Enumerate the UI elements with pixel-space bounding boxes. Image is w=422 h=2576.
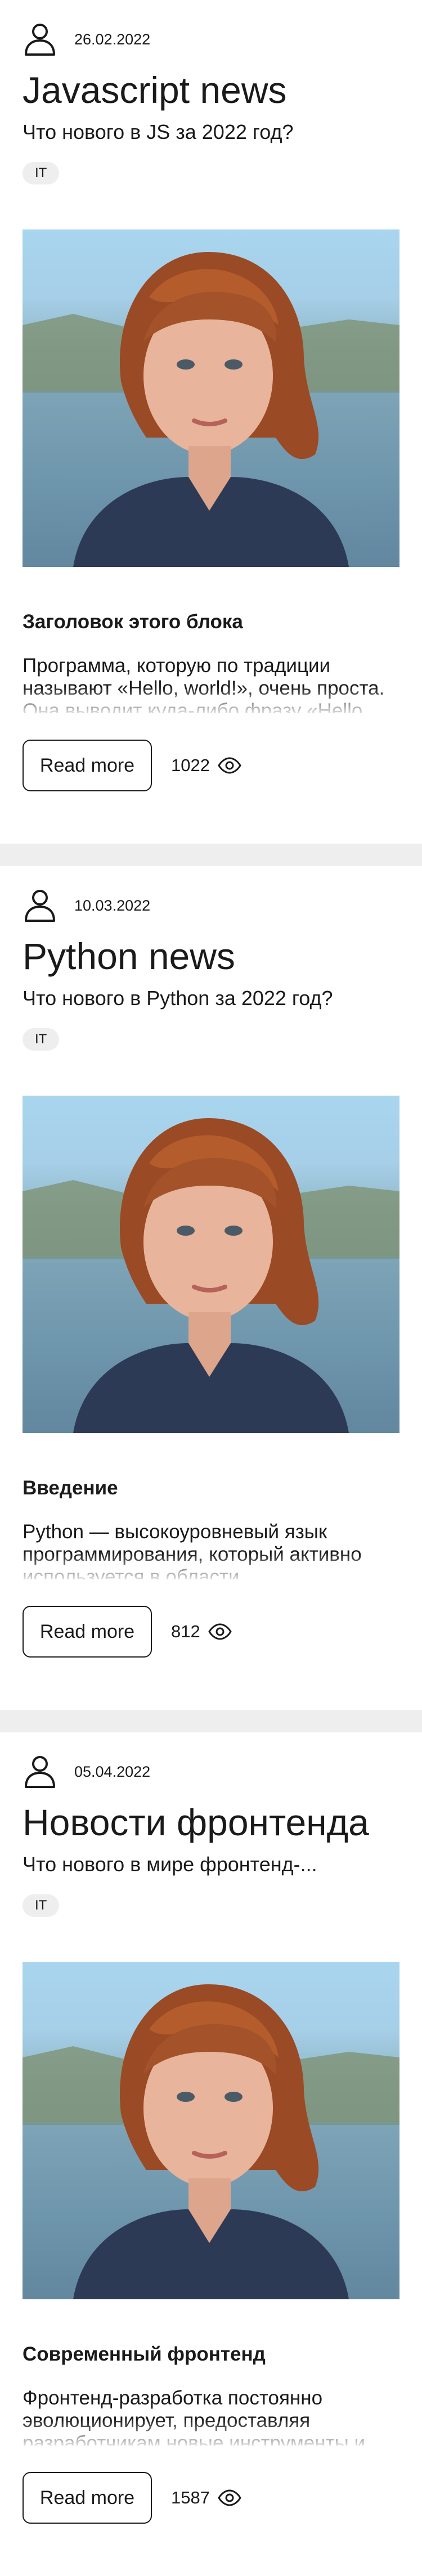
category-tag[interactable]: IT xyxy=(23,162,60,184)
card-separator xyxy=(0,844,422,866)
post-title: Python news xyxy=(23,935,235,977)
portrait-illustration xyxy=(23,252,399,567)
post-subtitle: Что нового в Python за 2022 год? xyxy=(23,987,333,1010)
card-footer: Read more 1587 xyxy=(23,2472,241,2524)
post-date: 05.04.2022 xyxy=(74,1763,151,1780)
post-photo xyxy=(23,229,399,567)
portrait-illustration xyxy=(23,1118,399,1433)
user-outline-icon xyxy=(25,24,55,56)
post-title: Новости фронтенда xyxy=(23,1802,369,1843)
view-count: 1022 xyxy=(171,755,210,775)
post-date: 26.02.2022 xyxy=(74,30,151,48)
post-subtitle: Что нового в JS за 2022 год? xyxy=(23,120,294,143)
block-heading: Заголовок этого блока xyxy=(23,611,243,633)
news-feed: 26.02.2022 Javascript news Что нового в … xyxy=(0,0,422,2576)
read-more-button[interactable]: Read more xyxy=(23,1606,152,1658)
card-meta: 10.03.2022 xyxy=(23,889,399,922)
post-photo xyxy=(23,1096,399,1433)
user-outline-icon xyxy=(25,890,55,922)
card-footer: Read more 812 xyxy=(23,1606,232,1658)
portrait-illustration xyxy=(23,1984,399,2299)
post-excerpt: Программа, которую по традиции называют … xyxy=(23,655,385,713)
category-tag[interactable]: IT xyxy=(23,1028,60,1051)
read-more-button[interactable]: Read more xyxy=(23,2472,152,2524)
eye-icon xyxy=(208,1623,232,1640)
view-count: 1587 xyxy=(171,2488,210,2507)
post-excerpt: Python — высокоуровневый язык программир… xyxy=(23,1521,362,1579)
block-heading: Современный фронтенд xyxy=(23,2343,266,2365)
post-subtitle: Что нового в мире фронтенд-... xyxy=(23,1853,317,1876)
post-photo xyxy=(23,1962,399,2299)
card-separator xyxy=(0,1710,422,1732)
card-footer: Read more 1022 xyxy=(23,740,241,791)
news-card: 26.02.2022 Javascript news Что нового в … xyxy=(0,0,422,844)
read-more-button[interactable]: Read more xyxy=(23,740,152,791)
post-title: Javascript news xyxy=(23,69,287,111)
card-meta: 05.04.2022 xyxy=(23,1755,399,1789)
post-date: 10.03.2022 xyxy=(74,897,151,914)
post-excerpt: Фронтенд-разработка постоянно эволюциони… xyxy=(23,2387,366,2446)
user-outline-icon xyxy=(25,1756,55,1788)
card-meta: 26.02.2022 xyxy=(23,22,399,56)
category-tag[interactable]: IT xyxy=(23,1894,60,1917)
block-heading: Введение xyxy=(23,1477,118,1499)
view-count: 812 xyxy=(171,1622,200,1641)
eye-icon xyxy=(218,757,241,774)
eye-icon xyxy=(218,2489,241,2506)
news-card: 05.04.2022 Новости фронтенда Что нового … xyxy=(0,1732,422,2576)
news-card: 10.03.2022 Python news Что нового в Pyth… xyxy=(0,866,422,1710)
